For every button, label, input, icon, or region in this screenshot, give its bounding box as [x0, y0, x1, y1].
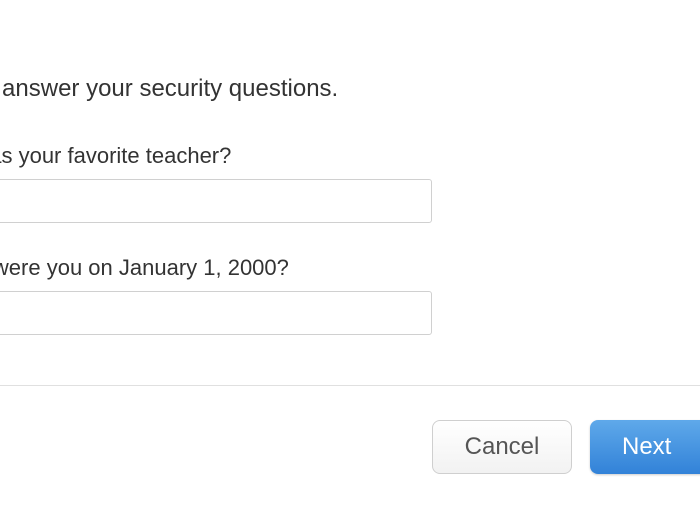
question-block-1: Who was your favorite teacher? — [0, 143, 700, 223]
question-2-input[interactable] — [0, 291, 432, 335]
question-1-label: Who was your favorite teacher? — [0, 143, 700, 169]
question-1-input[interactable] — [0, 179, 432, 223]
question-block-2: Where were you on January 1, 2000? — [0, 255, 700, 335]
cancel-button[interactable]: Cancel — [432, 420, 572, 474]
question-2-label: Where were you on January 1, 2000? — [0, 255, 700, 281]
button-row: Cancel Next — [432, 420, 700, 474]
divider — [0, 385, 700, 386]
next-button[interactable]: Next — [590, 420, 700, 474]
instruction-text: Please answer your security questions. — [0, 75, 700, 103]
security-questions-form: Please answer your security questions. W… — [0, 0, 700, 335]
